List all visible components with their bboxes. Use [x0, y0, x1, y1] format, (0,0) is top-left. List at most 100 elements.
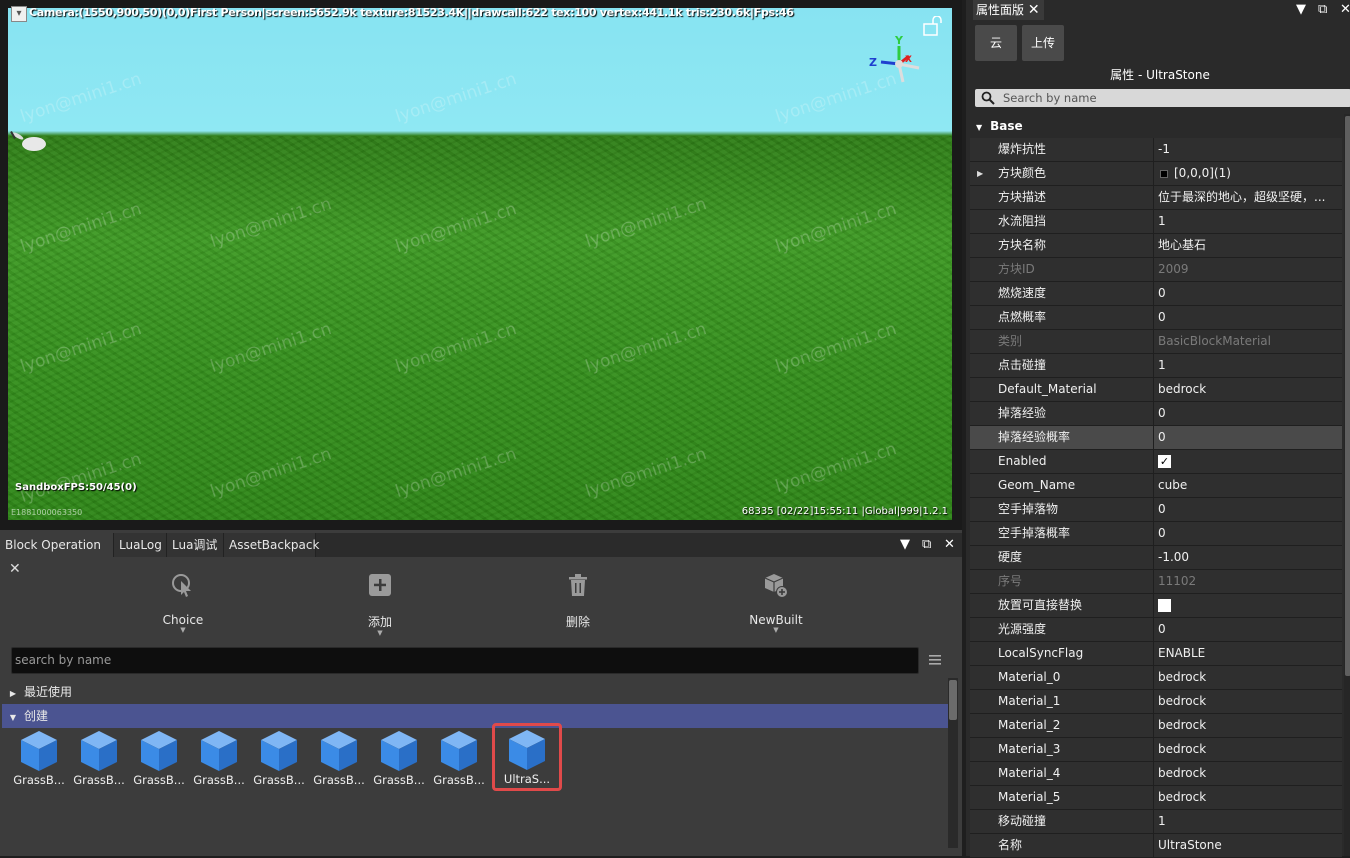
property-row[interactable]: Geom_Name cube [970, 474, 1342, 498]
property-value[interactable]: 0 [1158, 426, 1340, 449]
camera-dropdown-toggle[interactable]: ▾ [11, 6, 27, 22]
enabled-checkbox[interactable]: ✓ [1158, 455, 1171, 468]
property-value[interactable]: 位于最深的地心，超级坚硬，... [1158, 186, 1340, 209]
caret-down-icon[interactable]: ▼ [976, 123, 982, 132]
property-value[interactable]: ENABLE [1158, 642, 1340, 665]
list-menu-icon[interactable] [928, 653, 942, 667]
block-item[interactable]: GrassB... [10, 727, 68, 791]
block-item[interactable]: GrassB... [370, 727, 428, 791]
replace-checkbox[interactable] [1158, 599, 1171, 612]
property-value[interactable]: 0 [1158, 402, 1340, 425]
property-row[interactable]: 空手掉落物 0 [970, 498, 1342, 522]
dropdown-icon[interactable]: ▼ [900, 533, 910, 557]
scrollbar-thumb[interactable] [1345, 116, 1350, 676]
property-row[interactable]: 方块描述 位于最深的地心，超级坚硬，... [970, 186, 1342, 210]
cloud-button[interactable]: 云 [975, 25, 1017, 61]
tab-block-operation[interactable]: Block Operation✕ [0, 533, 114, 577]
property-row[interactable]: Material_5 bedrock [970, 786, 1342, 810]
delete-button[interactable]: 删除 [533, 571, 623, 630]
property-row[interactable]: Material_4 bedrock [970, 762, 1342, 786]
property-row[interactable]: 点燃概率 0 [970, 306, 1342, 330]
block-item-ultrastone[interactable]: UltraS... [492, 723, 562, 791]
property-value[interactable]: bedrock [1158, 738, 1340, 761]
restore-window-icon[interactable]: ⧉ [1318, 0, 1327, 20]
property-value[interactable]: UltraStone [1158, 834, 1340, 857]
property-row[interactable]: 爆炸抗性 -1 [970, 138, 1342, 162]
caret-right-icon[interactable]: ▶ [2, 682, 24, 706]
property-row[interactable]: Enabled ✓ [970, 450, 1342, 474]
scrollbar-thumb[interactable] [949, 680, 957, 720]
property-row[interactable]: LocalSyncFlag ENABLE [970, 642, 1342, 666]
property-value[interactable]: bedrock [1158, 714, 1340, 737]
property-value[interactable]: 地心基石 [1158, 234, 1340, 257]
property-row-highlighted[interactable]: 掉落经验概率 0 [970, 426, 1342, 450]
property-value[interactable]: bedrock [1158, 690, 1340, 713]
new-built-button[interactable]: NewBuilt ▼ [731, 571, 821, 634]
property-value[interactable]: [0,0,0](1) [1158, 162, 1340, 185]
tree-node-created[interactable]: ▼ 创建 [2, 704, 948, 728]
properties-scrollbar[interactable] [1344, 114, 1350, 856]
property-search-input[interactable]: Search by name [975, 89, 1350, 107]
property-value[interactable]: 0 [1158, 498, 1340, 521]
color-swatch[interactable] [1160, 169, 1168, 178]
property-row[interactable]: 光源强度 0 [970, 618, 1342, 642]
property-value[interactable] [1158, 594, 1340, 617]
property-value[interactable]: 1 [1158, 354, 1340, 377]
property-value[interactable]: 1 [1158, 810, 1340, 833]
restore-window-icon[interactable]: ⧉ [922, 533, 931, 557]
property-value[interactable]: -1.00 [1158, 546, 1340, 569]
tab-assetbackpack[interactable]: AssetBackpack [224, 533, 319, 557]
property-value[interactable]: cube [1158, 474, 1340, 497]
dropdown-icon[interactable]: ▼ [1296, 0, 1306, 20]
close-icon[interactable]: ✕ [1340, 0, 1350, 20]
property-row[interactable]: Default_Material bedrock [970, 378, 1342, 402]
unlock-icon[interactable] [922, 16, 944, 36]
property-value[interactable]: bedrock [1158, 666, 1340, 689]
property-row[interactable]: 掉落经验 0 [970, 402, 1342, 426]
3d-scene[interactable]: lyon@mini1.cn lyon@mini1.cn lyon@mini1.c… [8, 8, 952, 520]
rabbit-creature[interactable] [8, 128, 50, 154]
property-value[interactable]: ✓ [1158, 450, 1340, 473]
property-value[interactable]: 0 [1158, 618, 1340, 641]
block-item[interactable]: GrassB... [190, 727, 248, 791]
property-group-base[interactable]: ▼ Base [970, 114, 1342, 138]
property-row[interactable]: 点击碰撞 1 [970, 354, 1342, 378]
property-row[interactable]: Material_0 bedrock [970, 666, 1342, 690]
close-icon[interactable]: ✕ [1028, 2, 1040, 18]
property-row[interactable]: 移动碰撞 1 [970, 810, 1342, 834]
property-row[interactable]: Material_3 bedrock [970, 738, 1342, 762]
tree-node-recent[interactable]: ▶ 最近使用 [2, 680, 948, 704]
scene-viewport[interactable]: lyon@mini1.cn lyon@mini1.cn lyon@mini1.c… [0, 0, 962, 530]
add-button[interactable]: 添加 ▼ [335, 571, 425, 637]
block-item[interactable]: GrassB... [310, 727, 368, 791]
property-value[interactable]: 0 [1158, 282, 1340, 305]
property-value[interactable]: 1 [1158, 210, 1340, 233]
tab-lua-debug[interactable]: Lua调试 [167, 533, 224, 557]
property-row[interactable]: ▶ 方块颜色 [0,0,0](1) [970, 162, 1342, 186]
property-row[interactable]: 放置可直接替换 [970, 594, 1342, 618]
block-item[interactable]: GrassB... [130, 727, 188, 791]
property-row[interactable]: 名称 UltraStone [970, 834, 1342, 858]
panel-tab[interactable]: 属性面版 ✕ [973, 0, 1044, 20]
close-icon[interactable]: ✕ [944, 533, 955, 557]
tab-lualog[interactable]: LuaLog [114, 533, 167, 557]
property-row[interactable]: 水流阻挡 1 [970, 210, 1342, 234]
property-row[interactable]: 空手掉落概率 0 [970, 522, 1342, 546]
choice-button[interactable]: Choice ▼ [138, 571, 228, 634]
property-value[interactable]: bedrock [1158, 762, 1340, 785]
property-value[interactable]: 0 [1158, 306, 1340, 329]
property-value[interactable]: 0 [1158, 522, 1340, 545]
upload-button[interactable]: 上传 [1022, 25, 1064, 61]
property-row[interactable]: 硬度 -1.00 [970, 546, 1342, 570]
block-item[interactable]: GrassB... [70, 727, 128, 791]
property-row[interactable]: 方块名称 地心基石 [970, 234, 1342, 258]
axis-gizmo[interactable]: Y Z X [863, 32, 923, 88]
block-item[interactable]: GrassB... [250, 727, 308, 791]
property-row[interactable]: Material_2 bedrock [970, 714, 1342, 738]
block-list-scrollbar[interactable] [948, 678, 958, 848]
property-value[interactable]: -1 [1158, 138, 1340, 161]
property-row[interactable]: Material_1 bedrock [970, 690, 1342, 714]
property-value[interactable]: bedrock [1158, 378, 1340, 401]
property-row[interactable]: 燃烧速度 0 [970, 282, 1342, 306]
block-search-input[interactable]: search by name [11, 647, 919, 674]
